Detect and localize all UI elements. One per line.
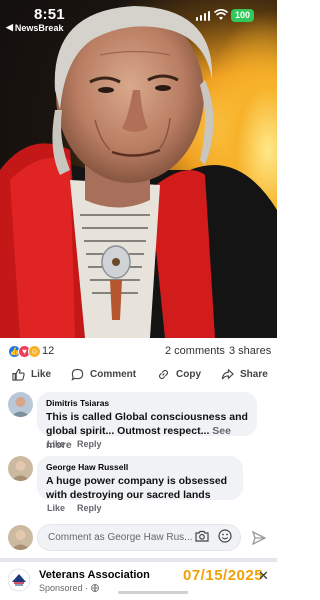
veterans-association-logo[interactable] <box>8 568 30 592</box>
close-icon[interactable]: ✕ <box>258 568 269 584</box>
comment-like-button[interactable]: Like <box>47 503 65 513</box>
comment-actions: Like Reply <box>47 503 102 513</box>
commenter-name[interactable]: George Haw Russell <box>46 462 234 472</box>
shares-count[interactable]: 3 shares <box>229 345 271 357</box>
comment-reply-button[interactable]: Reply <box>77 439 102 449</box>
comment-label: Comment <box>90 369 137 380</box>
thumbs-up-icon <box>12 368 25 381</box>
comment-text: A huge power company is obsessed with de… <box>46 475 228 501</box>
like-button[interactable]: Like <box>12 368 51 381</box>
avatar[interactable] <box>8 456 33 481</box>
comment-actions: Like Reply <box>47 439 102 449</box>
emoji-icon[interactable] <box>218 529 232 543</box>
status-time: 8:51 <box>34 6 65 23</box>
back-to-app-link[interactable]: ◀ NewsBreak <box>6 22 63 33</box>
camera-icon[interactable] <box>195 530 209 542</box>
send-icon[interactable] <box>251 530 267 546</box>
sponsored-text: Sponsored · <box>39 583 89 593</box>
current-user-avatar-photo <box>8 525 33 550</box>
back-app-label: NewsBreak <box>14 22 64 33</box>
share-arrow-icon <box>221 368 234 380</box>
like-label: Like <box>31 369 52 380</box>
comments-count[interactable]: 2 comments <box>165 345 225 357</box>
avatar[interactable] <box>8 392 33 417</box>
comment-icon <box>71 368 84 381</box>
portrait-photo <box>0 6 277 338</box>
chevron-left-icon: ◀ <box>6 22 13 32</box>
copy-label: Copy <box>176 369 201 380</box>
cellular-signal-icon <box>196 11 210 21</box>
link-icon <box>158 369 169 380</box>
comment-button[interactable]: Comment <box>71 368 136 381</box>
wifi-icon <box>214 9 228 20</box>
battery-indicator: 100 <box>231 9 254 22</box>
comment-input[interactable]: Comment as George Haw Rus... <box>37 524 241 551</box>
share-label: Share <box>240 369 268 380</box>
copy-button[interactable]: Copy <box>157 368 201 381</box>
globe-icon <box>91 584 99 592</box>
post-divider <box>0 558 277 562</box>
avatar <box>8 525 33 550</box>
reaction-icons[interactable]: 👍 ♥ ☺ <box>8 345 41 358</box>
comment-bubble[interactable]: George Haw Russell A huge power company … <box>37 456 243 501</box>
care-reaction-icon: ☺ <box>28 345 41 358</box>
page-name[interactable]: Veterans Association <box>39 569 150 581</box>
comment-reply-button[interactable]: Reply <box>77 503 102 513</box>
post-photo[interactable] <box>0 0 277 338</box>
date-overlay: 07/15/2025 <box>183 567 264 584</box>
scroll-indicator <box>118 591 188 594</box>
comment-bubble[interactable]: Dimitris Tsiaras This is called Global c… <box>37 392 257 451</box>
commenter-avatar-photo <box>8 456 33 481</box>
next-post-header: Veterans Association Sponsored · 07/15/2… <box>0 563 277 600</box>
commenter-avatar-photo <box>8 392 33 417</box>
comment-composer: Comment as George Haw Rus... <box>0 522 277 554</box>
share-button[interactable]: Share <box>221 368 268 381</box>
status-bar: 8:51 ◀ NewsBreak 100 <box>0 0 277 34</box>
reaction-count[interactable]: 12 <box>42 345 54 357</box>
comment-like-button[interactable]: Like <box>47 439 65 449</box>
sponsored-label: Sponsored · <box>39 583 99 593</box>
post-actions-bar: Like Comment Copy Share <box>0 364 277 388</box>
commenter-name[interactable]: Dimitris Tsiaras <box>46 398 248 408</box>
reactions-summary: 👍 ♥ ☺ 12 2 comments 3 shares <box>0 340 277 364</box>
